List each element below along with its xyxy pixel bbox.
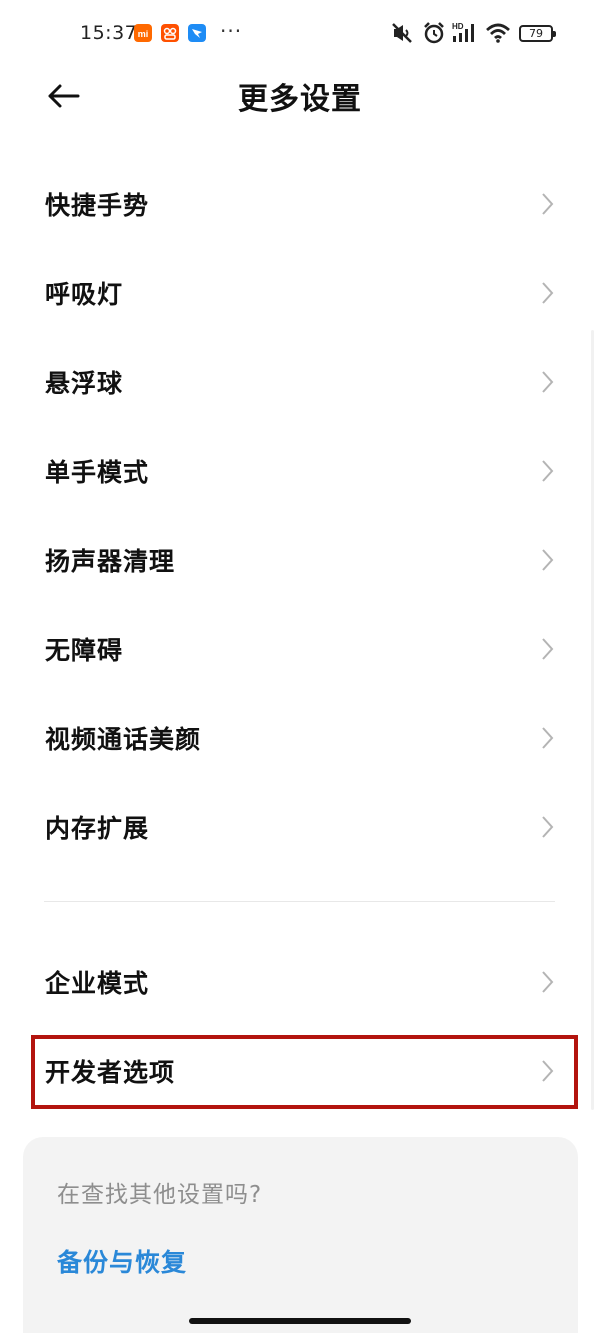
dingtalk-app-icon <box>188 24 206 42</box>
settings-item-label: 扬声器清理 <box>45 546 176 576</box>
chevron-right-icon <box>542 459 554 482</box>
settings-item-one-handed-mode[interactable]: 单手模式 <box>0 426 600 515</box>
settings-item-memory-extension[interactable]: 内存扩展 <box>0 782 600 871</box>
settings-item-quick-gestures[interactable]: 快捷手势 <box>0 159 600 248</box>
chevron-right-icon <box>542 281 554 304</box>
chevron-right-icon <box>542 637 554 660</box>
settings-item-video-call-beauty[interactable]: 视频通话美颜 <box>0 693 600 782</box>
section-divider <box>44 901 555 902</box>
home-indicator[interactable] <box>189 1318 411 1324</box>
wifi-icon <box>484 20 512 50</box>
settings-item-label: 企业模式 <box>45 968 150 998</box>
alarm-icon <box>421 20 447 50</box>
settings-item-breathing-light[interactable]: 呼吸灯 <box>0 248 600 337</box>
svg-text:mi: mi <box>138 29 149 39</box>
settings-item-label: 视频通话美颜 <box>45 724 202 754</box>
suggest-title: 在查找其他设置吗? <box>57 1182 263 1208</box>
taobao-app-icon <box>161 24 179 42</box>
status-bar: 15:37 mi ··· HD 79 <box>0 0 600 68</box>
chevron-right-icon <box>542 726 554 749</box>
network-label: HD <box>452 22 464 31</box>
settings-item-accessibility[interactable]: 无障碍 <box>0 604 600 693</box>
status-time: 15:37 <box>80 22 138 44</box>
settings-item-label: 无障碍 <box>45 635 124 665</box>
settings-item-label: 单手模式 <box>45 457 150 487</box>
chevron-right-icon <box>542 192 554 215</box>
settings-item-label: 呼吸灯 <box>45 279 124 309</box>
screen: 15:37 mi ··· HD 79 更多设置 快捷手势 呼吸灯 悬浮球 单手模… <box>0 0 600 1333</box>
more-notifications-indicator: ··· <box>220 19 243 43</box>
battery-icon: 79 <box>519 25 556 42</box>
chevron-right-icon <box>542 815 554 838</box>
xiaomi-app-icon: mi <box>134 24 152 42</box>
settings-item-label: 悬浮球 <box>45 368 124 398</box>
suggest-card: 在查找其他设置吗? 备份与恢复 <box>23 1137 578 1333</box>
mute-icon <box>389 20 415 50</box>
developer-options-highlight <box>31 1035 578 1109</box>
settings-item-label: 快捷手势 <box>45 190 150 220</box>
backup-restore-link[interactable]: 备份与恢复 <box>57 1243 187 1279</box>
settings-item-floating-ball[interactable]: 悬浮球 <box>0 337 600 426</box>
chevron-right-icon <box>542 548 554 571</box>
settings-item-label: 内存扩展 <box>45 813 150 843</box>
settings-item-enterprise-mode[interactable]: 企业模式 <box>0 937 600 1026</box>
chevron-right-icon <box>542 970 554 993</box>
chevron-right-icon <box>542 370 554 393</box>
settings-item-speaker-cleaning[interactable]: 扬声器清理 <box>0 515 600 604</box>
scrollbar[interactable] <box>591 330 594 1110</box>
signal-icon: HD <box>451 20 479 50</box>
page-title: 更多设置 <box>238 82 362 117</box>
